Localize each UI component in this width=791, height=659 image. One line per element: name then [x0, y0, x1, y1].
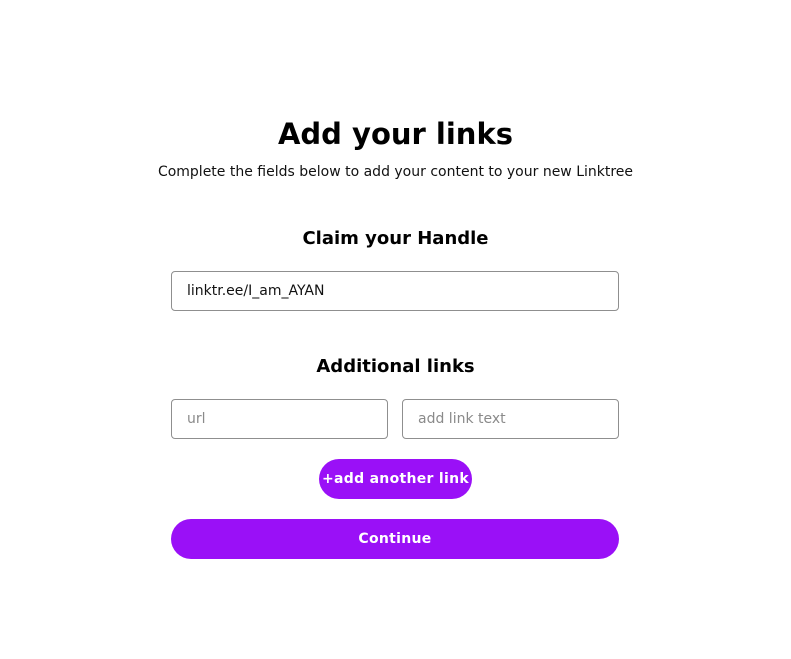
add-links-page: Add your links Complete the fields below…	[0, 0, 791, 659]
link-text-input[interactable]	[402, 399, 619, 439]
claim-handle-heading: Claim your Handle	[302, 228, 489, 249]
handle-input[interactable]	[171, 271, 619, 311]
page-title: Add your links	[277, 117, 513, 151]
url-input[interactable]	[171, 399, 388, 439]
add-another-link-button[interactable]: +add another link	[319, 459, 472, 499]
additional-links-heading: Additional links	[316, 356, 475, 377]
continue-button[interactable]: Continue	[171, 519, 619, 559]
page-subtitle: Complete the fields below to add your co…	[157, 164, 634, 180]
